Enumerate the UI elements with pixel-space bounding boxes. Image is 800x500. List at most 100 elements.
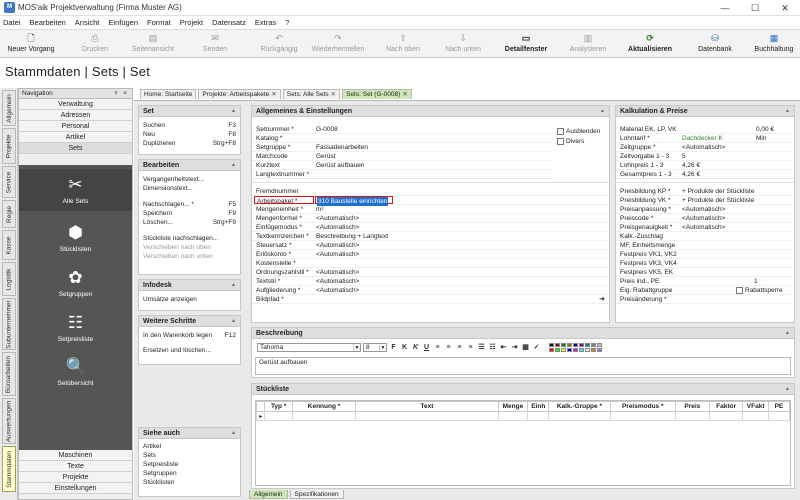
field-preisbildung-vk[interactable]: Preisbildung VK * + Produkte der Stücklis…: [616, 196, 794, 205]
field-mf-einheitsmenge[interactable]: MF, Einheitsmenge: [616, 241, 794, 250]
align-right-icon[interactable]: ≡: [455, 343, 464, 352]
nav-item-sets[interactable]: Sets: [19, 143, 132, 154]
tab-spezifikationen[interactable]: Spezifikationen: [289, 490, 344, 499]
checkbox-box[interactable]: [557, 127, 564, 135]
table-cell[interactable]: [355, 411, 499, 421]
color-swatch[interactable]: [555, 348, 560, 352]
nav-item-texte[interactable]: Texte: [19, 461, 132, 472]
menu-einfuegen[interactable]: Einfügen: [108, 18, 138, 27]
color-swatch[interactable]: [549, 348, 554, 352]
field-gesamtpreis[interactable]: Gesamtpreis 1 - 3 4,26 €: [616, 170, 794, 179]
action-vergangenheitstext[interactable]: Vergangenheitstext...: [139, 175, 240, 184]
menu-ansicht[interactable]: Ansicht: [75, 18, 100, 27]
preview-button[interactable]: ▤ Seitenansicht: [122, 30, 184, 58]
tab-allgemein[interactable]: Allgemein: [249, 490, 288, 499]
checkbox-ausblenden[interactable]: Ausblenden: [557, 127, 600, 137]
checkbox-divers[interactable]: Divers: [557, 137, 600, 147]
arbeitspaket-value[interactable]: 310 Baustelle einrichten: [315, 196, 393, 206]
collapse-icon[interactable]: ▲: [785, 384, 794, 394]
analyze-button[interactable]: ▥ Analysieren: [562, 30, 614, 58]
color-swatch[interactable]: [585, 343, 590, 347]
table-cell[interactable]: [708, 411, 744, 421]
menu-projekt[interactable]: Projekt: [180, 18, 203, 27]
italic-icon[interactable]: K: [411, 343, 420, 352]
move-down-button[interactable]: ⇩ Nach unten: [437, 30, 489, 58]
table-cell[interactable]: [291, 411, 357, 421]
collapse-icon[interactable]: ▲: [231, 160, 240, 170]
field-mengeneinheit[interactable]: Mengeneinheit * m²: [252, 205, 609, 214]
column-header[interactable]: PE: [767, 401, 791, 412]
link-sets[interactable]: Sets: [139, 451, 240, 460]
field-einfuegemodus[interactable]: Einfügemodus * <Automatisch>: [252, 223, 609, 232]
minimize-button[interactable]: —: [710, 0, 740, 16]
field-material-ek[interactable]: Material EK, LP, VK 0,00 €: [616, 125, 794, 134]
table-row[interactable]: ▸: [255, 411, 791, 421]
database-button[interactable]: ⛁ Datenbank: [690, 30, 740, 58]
color-swatch[interactable]: [555, 343, 560, 347]
field-mengenformel[interactable]: Mengenformel * <Automatisch>: [252, 214, 609, 223]
action-warenkorb[interactable]: In den Warenkorb legen F12: [139, 331, 240, 340]
redo-button[interactable]: ↷ Wiederherstellen: [306, 30, 370, 58]
field-eig-rabattgruppe[interactable]: Eig. Rabattgruppe Rabattsperre: [616, 286, 794, 295]
field-arbeitspaket[interactable]: Arbeitspaket * 310 Baustelle einrichten: [252, 196, 609, 206]
action-nachschlagen[interactable]: Nachschlagen... * F5: [139, 200, 240, 209]
tab-alle-sets[interactable]: Sets: Alle Sets ✕: [282, 89, 341, 99]
field-lohnpreis[interactable]: Lohnpreis 1 - 3 4,26 €: [616, 161, 794, 170]
browse-arrow-icon[interactable]: ➜: [599, 295, 609, 303]
menu-help[interactable]: ?: [285, 18, 289, 27]
column-header[interactable]: Faktor: [708, 401, 744, 412]
print-button[interactable]: ⎙ Drucken: [70, 30, 120, 58]
table-cell[interactable]: [264, 411, 293, 421]
nav-setgruppen[interactable]: ✿ Setgruppen: [19, 262, 132, 302]
table-cell[interactable]: [742, 411, 769, 421]
vtab-regie[interactable]: Regie: [2, 200, 16, 228]
detail-window-button[interactable]: ▭ Detailfenster: [500, 30, 552, 58]
nav-setpreisliste[interactable]: ☷ Setpreisliste: [19, 307, 132, 347]
field-textkennzeichen[interactable]: Textkennzeichen * Beschreibung + Langtext: [252, 232, 609, 241]
action-stueckliste-nachschlagen[interactable]: Stückliste nachschlagen...: [139, 234, 240, 243]
close-tab-icon[interactable]: ✕: [402, 90, 407, 99]
table-cell[interactable]: [674, 411, 710, 421]
action-loeschen[interactable]: Löschen... Strg+F9: [139, 218, 240, 227]
maximize-button[interactable]: ☐: [740, 0, 770, 16]
field-steuersatz[interactable]: Steuersatz * <Automatisch>: [252, 241, 609, 250]
vtab-bueroarbeiten[interactable]: Büroarbeiten: [2, 352, 16, 396]
pin-close-icons[interactable]: ᵖ ×: [115, 89, 132, 98]
action-suchen[interactable]: Suchen F3: [139, 121, 240, 130]
color-swatch[interactable]: [561, 343, 566, 347]
field-preisaenderung[interactable]: Preisänderung *: [616, 295, 794, 304]
link-stuecklisten[interactable]: Stücklisten: [139, 478, 240, 487]
send-button[interactable]: ✉ Senden: [192, 30, 238, 58]
column-header[interactable]: Einh: [527, 401, 550, 412]
color-swatch[interactable]: [561, 348, 566, 352]
outdent-icon[interactable]: ⇤: [499, 343, 508, 352]
collapse-icon[interactable]: ▲: [231, 316, 240, 326]
vtab-auswertungen[interactable]: Auswertungen: [2, 398, 16, 444]
field-aufgliederung[interactable]: Aufgliederung * <Automatisch>: [252, 286, 609, 295]
color-swatch[interactable]: [567, 348, 572, 352]
table-cell[interactable]: [527, 411, 550, 421]
font-color-icon[interactable]: F: [389, 343, 398, 352]
link-artikel[interactable]: Artikel: [139, 442, 240, 451]
field-matchcode[interactable]: Matchcode Gerüst: [252, 152, 552, 161]
field-festpreis-vk5[interactable]: Festpreis VK5, EK: [616, 268, 794, 277]
bullet-list-icon[interactable]: ☰: [477, 343, 486, 352]
color-palette[interactable]: [549, 343, 602, 352]
nav-item-maschinen[interactable]: Maschinen: [19, 450, 132, 461]
field-zeitgruppe[interactable]: Zeitgruppe * <Automatisch>: [616, 143, 794, 152]
color-swatch[interactable]: [591, 348, 596, 352]
underline-icon[interactable]: U: [422, 343, 431, 352]
table-cell[interactable]: [497, 411, 529, 421]
move-up-button[interactable]: ⇧ Nach oben: [378, 30, 428, 58]
link-setpreisliste[interactable]: Setpreisliste: [139, 460, 240, 469]
tab-home[interactable]: Home: Startseite: [140, 89, 197, 99]
column-header[interactable]: Typ *: [264, 401, 293, 412]
color-swatch[interactable]: [573, 343, 578, 347]
action-verschieben-oben[interactable]: Verschieben nach oben: [139, 243, 240, 252]
action-dimensionstext[interactable]: Dimensionstext...: [139, 184, 240, 193]
field-festpreis-vk1[interactable]: Festpreis VK1, VK2: [616, 250, 794, 259]
new-process-button[interactable]: 🗋 Neuer Vorgang: [3, 30, 59, 58]
menu-format[interactable]: Format: [147, 18, 171, 27]
field-preisgenauigkeit[interactable]: Preisgenauigkeit * <Automatisch>: [616, 223, 794, 232]
column-header[interactable]: Menge: [497, 401, 529, 412]
